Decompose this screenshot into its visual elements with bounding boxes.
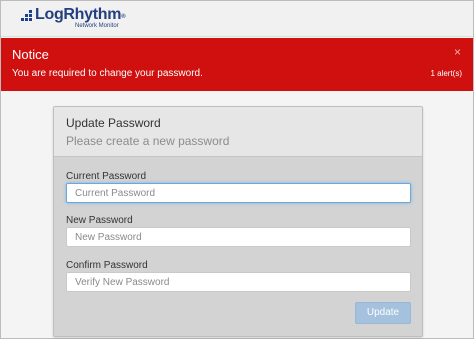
confirm-password-label: Confirm Password <box>66 260 148 271</box>
notice-banner: Notice You are required to change your p… <box>1 38 473 91</box>
logo-subtitle: Network Monitor <box>75 23 119 29</box>
top-bar: LogRhythm® Network Monitor <box>1 1 473 37</box>
logrhythm-logo: LogRhythm® Network Monitor <box>21 6 133 32</box>
confirm-password-input[interactable] <box>66 272 411 292</box>
alert-count: 1 alert(s) <box>430 69 462 78</box>
panel-subtitle: Please create a new password <box>66 134 230 148</box>
logo-wordmark: LogRhythm® <box>35 6 126 23</box>
new-password-input[interactable] <box>66 227 411 247</box>
notice-message: You are required to change your password… <box>12 68 203 79</box>
close-icon[interactable]: × <box>454 46 461 58</box>
logo-dots-icon <box>21 10 35 22</box>
panel-title: Update Password <box>66 116 161 130</box>
update-button[interactable]: Update <box>355 302 411 324</box>
update-password-panel: Update Password Please create a new pass… <box>53 106 423 337</box>
current-password-label: Current Password <box>66 171 147 182</box>
new-password-label: New Password <box>66 215 133 226</box>
current-password-input[interactable] <box>66 183 411 203</box>
notice-title: Notice <box>12 47 49 62</box>
panel-header: Update Password Please create a new pass… <box>54 107 422 157</box>
